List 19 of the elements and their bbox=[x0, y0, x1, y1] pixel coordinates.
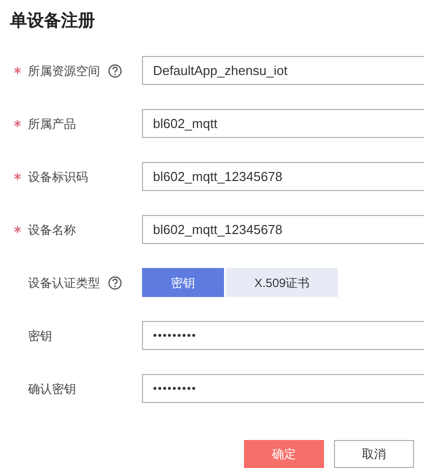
cancel-button[interactable]: 取消 bbox=[334, 440, 414, 468]
input-field[interactable]: DefaultApp_zhensu_iot bbox=[142, 56, 424, 85]
auth-type-tab[interactable]: X.509证书 bbox=[226, 268, 338, 297]
input-field[interactable]: bl602_mqtt_12345678 bbox=[142, 215, 424, 244]
field-label: 设备标识码 bbox=[28, 168, 88, 186]
help-icon[interactable] bbox=[108, 276, 122, 290]
page-title: 单设备注册 bbox=[9, 10, 96, 32]
field-label: 设备认证类型 bbox=[28, 274, 100, 292]
field-label: 所属资源空间 bbox=[28, 62, 100, 80]
password-field[interactable]: ••••••••• bbox=[142, 321, 424, 350]
field-label: 密钥 bbox=[28, 328, 52, 344]
help-icon[interactable] bbox=[108, 64, 122, 78]
input-field[interactable]: bl602_mqtt bbox=[142, 109, 424, 138]
field-label: 确认密钥 bbox=[28, 380, 76, 398]
input-field[interactable]: bl602_mqtt_12345678 bbox=[142, 162, 424, 191]
password-field[interactable]: ••••••••• bbox=[142, 374, 424, 403]
auth-type-tab[interactable]: 密钥 bbox=[142, 268, 224, 297]
field-label: 所属产品 bbox=[28, 116, 76, 132]
field-label: 设备名称 bbox=[28, 222, 76, 238]
